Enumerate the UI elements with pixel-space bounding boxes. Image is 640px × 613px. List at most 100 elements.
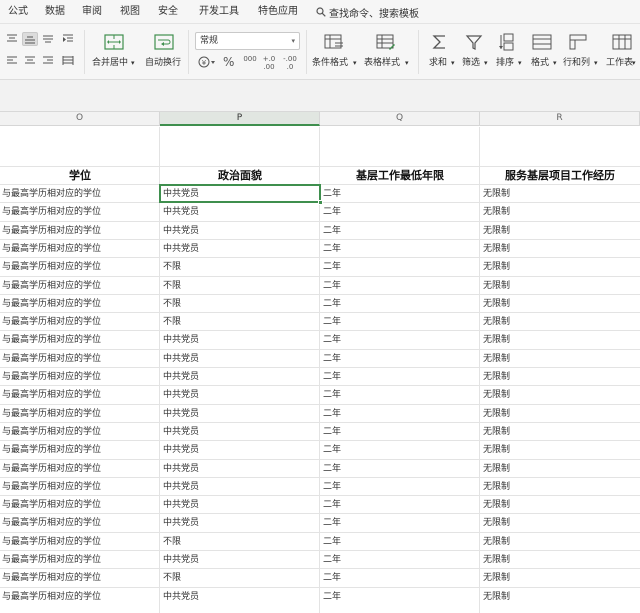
row-column-button[interactable] [566, 30, 590, 54]
table-cell[interactable]: 不限 [161, 277, 319, 295]
table-cell[interactable]: 二年 [321, 258, 479, 276]
table-cell[interactable]: 中共党员 [161, 405, 319, 423]
worksheet-arrow[interactable]: ▾ [632, 57, 636, 69]
sum-button[interactable] [428, 30, 452, 54]
table-cell[interactable]: 与最高学历相对应的学位 [0, 478, 158, 496]
table-cell[interactable]: 二年 [321, 185, 479, 203]
thousands-button[interactable]: 000 [243, 55, 257, 63]
command-search[interactable]: 查找命令、搜索模板 [316, 4, 419, 20]
align-right-button[interactable] [40, 54, 56, 68]
align-top-button[interactable] [4, 32, 20, 46]
distributed-align-button[interactable] [60, 54, 76, 68]
menu-formulas[interactable]: 公式 [8, 5, 28, 19]
table-cell[interactable]: 无限制 [481, 423, 639, 441]
table-cell[interactable]: 与最高学历相对应的学位 [0, 588, 158, 606]
table-cell[interactable]: 无限制 [481, 588, 639, 606]
decrease-decimal-button[interactable]: -.00 .0 [283, 55, 297, 71]
table-cell[interactable]: 中共党员 [161, 496, 319, 514]
conditional-format-button[interactable] [322, 30, 346, 54]
increase-decimal-button[interactable]: +.0 .00 [262, 55, 276, 71]
header-cell-degree[interactable]: 学位 [0, 167, 160, 185]
table-cell[interactable]: 中共党员 [161, 460, 319, 478]
table-cell[interactable]: 中共党员 [161, 551, 319, 569]
percent-button[interactable]: % [223, 55, 234, 69]
table-cell[interactable]: 与最高学历相对应的学位 [0, 222, 158, 240]
table-cell[interactable]: 二年 [321, 313, 479, 331]
table-cell[interactable]: 二年 [321, 533, 479, 551]
table-cell[interactable]: 与最高学历相对应的学位 [0, 460, 158, 478]
table-cell[interactable]: 二年 [321, 240, 479, 258]
table-cell[interactable]: 无限制 [481, 203, 639, 221]
menu-security[interactable]: 安全 [158, 5, 178, 19]
table-cell[interactable]: 无限制 [481, 551, 639, 569]
table-cell[interactable]: 与最高学历相对应的学位 [0, 350, 158, 368]
table-cell[interactable]: 无限制 [481, 478, 639, 496]
table-cell[interactable]: 无限制 [481, 533, 639, 551]
table-cell[interactable]: 与最高学历相对应的学位 [0, 405, 158, 423]
filter-button[interactable] [462, 30, 486, 54]
table-cell[interactable]: 二年 [321, 551, 479, 569]
conditional-format-arrow[interactable]: ▾ [353, 57, 357, 69]
merge-center-button[interactable] [100, 30, 128, 54]
table-cell[interactable]: 中共党员 [161, 222, 319, 240]
table-cell[interactable]: 与最高学历相对应的学位 [0, 423, 158, 441]
table-cell[interactable]: 二年 [321, 277, 479, 295]
table-cell[interactable]: 中共党员 [161, 331, 319, 349]
table-cell[interactable]: 无限制 [481, 331, 639, 349]
table-cell[interactable]: 与最高学历相对应的学位 [0, 185, 158, 203]
table-cell[interactable]: 与最高学历相对应的学位 [0, 514, 158, 532]
merge-dropdown-arrow[interactable]: ▾ [131, 57, 135, 69]
table-cell[interactable]: 无限制 [481, 405, 639, 423]
table-cell[interactable]: 中共党员 [161, 240, 319, 258]
decrease-indent-button[interactable] [60, 32, 76, 46]
table-cell[interactable]: 二年 [321, 295, 479, 313]
table-cell[interactable]: 无限制 [481, 496, 639, 514]
number-format-select[interactable]: 常规 ▾ [195, 32, 300, 50]
table-cell[interactable]: 与最高学历相对应的学位 [0, 277, 158, 295]
format-arrow[interactable]: ▾ [553, 57, 557, 69]
table-cell[interactable]: 无限制 [481, 222, 639, 240]
wrap-text-button[interactable] [150, 30, 178, 54]
table-cell[interactable]: 中共党员 [161, 441, 319, 459]
table-cell[interactable]: 无限制 [481, 258, 639, 276]
table-cell[interactable]: 与最高学历相对应的学位 [0, 331, 158, 349]
table-cell[interactable]: 中共党员 [161, 478, 319, 496]
align-bottom-button[interactable] [40, 32, 56, 46]
column-header-o[interactable]: O [0, 112, 160, 126]
table-cell[interactable]: 中共党员 [161, 514, 319, 532]
table-cell[interactable]: 无限制 [481, 514, 639, 532]
menu-special[interactable]: 特色应用 [258, 5, 298, 19]
table-cell[interactable]: 不限 [161, 533, 319, 551]
table-cell[interactable]: 无限制 [481, 295, 639, 313]
table-cell[interactable]: 中共党员 [161, 350, 319, 368]
menu-data[interactable]: 数据 [45, 5, 65, 19]
column-header-q[interactable]: Q [320, 112, 480, 126]
table-cell[interactable]: 中共党员 [161, 423, 319, 441]
align-left-button[interactable] [4, 54, 20, 68]
menu-developer[interactable]: 开发工具 [199, 5, 239, 19]
table-cell[interactable]: 与最高学历相对应的学位 [0, 295, 158, 313]
table-cell[interactable]: 无限制 [481, 460, 639, 478]
table-cell[interactable]: 中共党员 [161, 368, 319, 386]
worksheet-button[interactable] [610, 30, 634, 54]
table-cell[interactable]: 无限制 [481, 313, 639, 331]
column-header-p[interactable]: P [160, 112, 320, 126]
header-cell-service-experience[interactable]: 服务基层项目工作经历 [480, 167, 640, 185]
table-cell[interactable]: 二年 [321, 496, 479, 514]
table-cell[interactable]: 与最高学历相对应的学位 [0, 258, 158, 276]
table-cell[interactable]: 无限制 [481, 185, 639, 203]
table-cell[interactable]: 与最高学历相对应的学位 [0, 386, 158, 404]
table-cell[interactable]: 与最高学历相对应的学位 [0, 313, 158, 331]
table-cell[interactable]: 无限制 [481, 441, 639, 459]
table-cell[interactable]: 中共党员 [161, 203, 319, 221]
table-cell[interactable]: 无限制 [481, 350, 639, 368]
table-cell[interactable]: 无限制 [481, 368, 639, 386]
menu-view[interactable]: 视图 [120, 5, 140, 19]
column-header-r[interactable]: R [480, 112, 640, 126]
table-style-arrow[interactable]: ▾ [405, 57, 409, 69]
table-cell[interactable]: 二年 [321, 405, 479, 423]
spreadsheet-grid[interactable]: 学位 政治面貌 基层工作最低年限 服务基层项目工作经历 与最高学历相对应的学位中… [0, 127, 640, 613]
table-cell[interactable]: 二年 [321, 386, 479, 404]
table-cell[interactable]: 无限制 [481, 240, 639, 258]
table-cell[interactable]: 二年 [321, 331, 479, 349]
